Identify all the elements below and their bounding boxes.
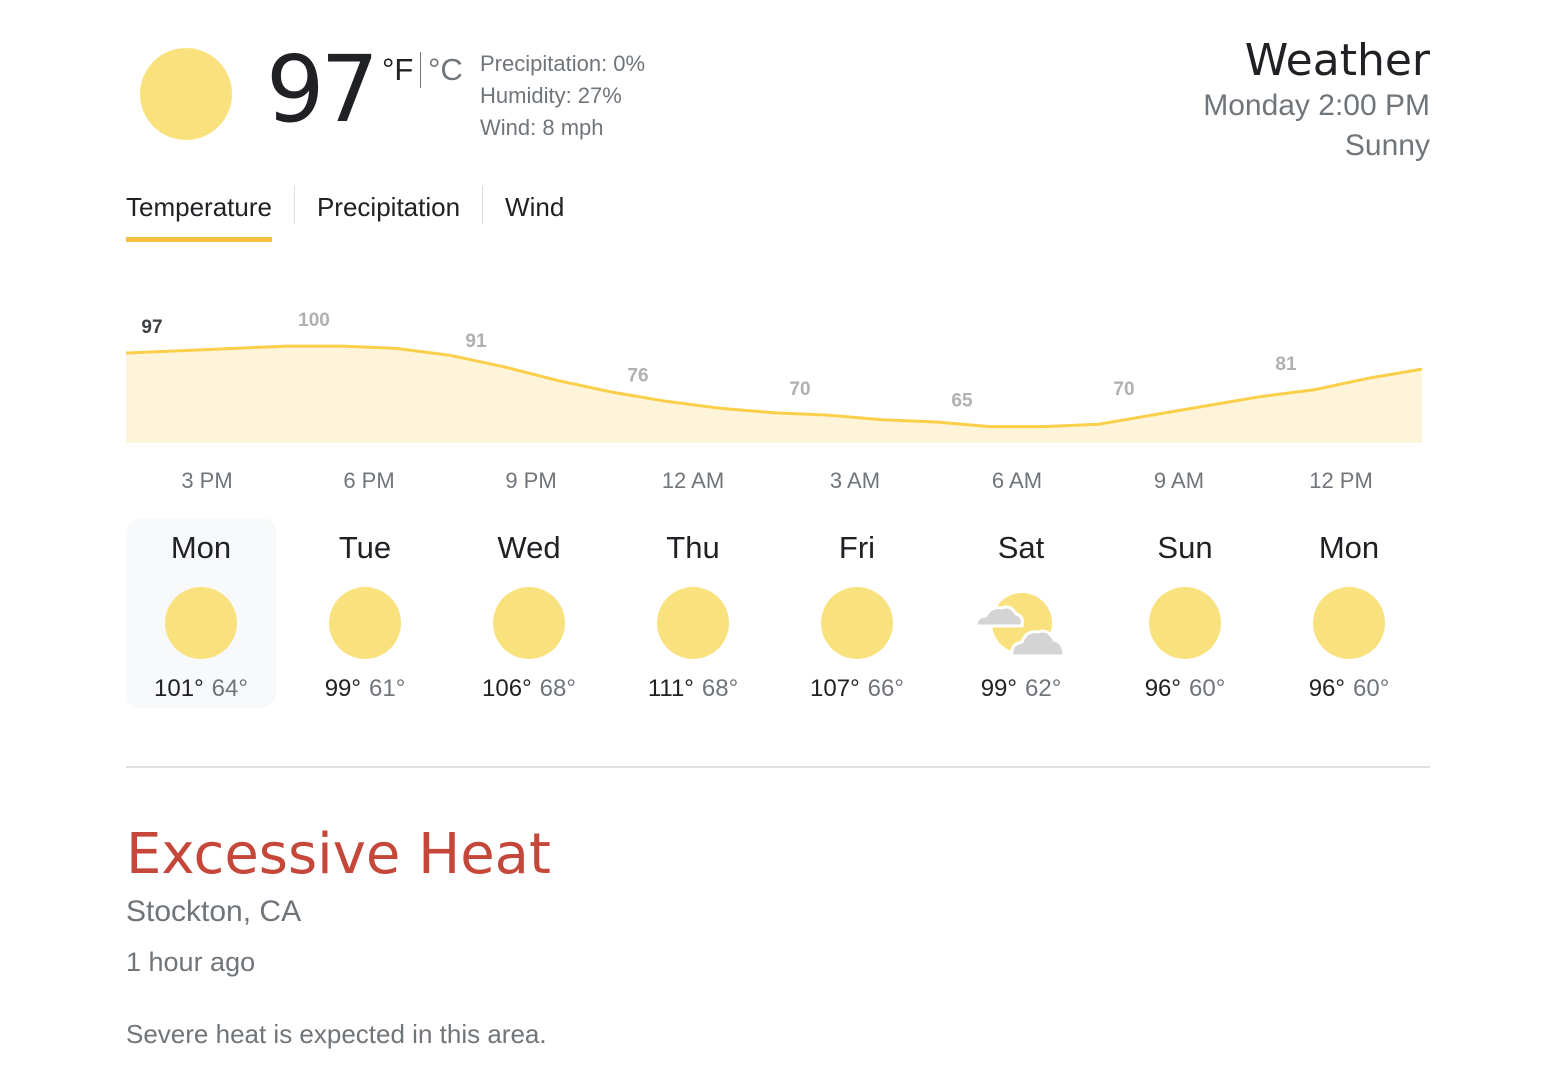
tab-precipitation[interactable]: Precipitation (317, 186, 460, 228)
low-temp: 68° (539, 675, 576, 702)
day-name: Thu (666, 530, 720, 565)
daily-forecast: Mon 101° 64° Tue 99° 61° Wed 106° 68° Thu 111° 68° F… (126, 518, 1438, 708)
wind-text: Wind: 8 mph (480, 115, 604, 140)
day-name: Mon (1318, 530, 1380, 565)
alert-description: Severe heat is expected in this area. (126, 1019, 547, 1049)
sun-icon (656, 586, 730, 660)
sun-icon (164, 586, 238, 660)
unit-separator (420, 52, 421, 88)
x-tick-label: 6 PM (343, 468, 395, 493)
day-name: Fri (838, 530, 876, 565)
high-temp: 99° (980, 675, 1017, 702)
data-label: 100 (298, 310, 330, 331)
day-name: Wed (497, 530, 561, 565)
day-temperatures: 107° 66° (782, 674, 932, 704)
sun-icon (328, 586, 402, 660)
forecast-day[interactable]: Mon 101° 64° (126, 518, 276, 708)
partly-cloudy-icon (974, 586, 1066, 660)
low-temp: 66° (867, 675, 904, 702)
day-temperatures: 99° 62° (946, 674, 1096, 704)
low-temp: 61° (369, 675, 406, 702)
forecast-day[interactable]: Fri 107° 66° (782, 518, 932, 708)
weather-datetime: Monday 2:00 PM (1203, 89, 1430, 122)
x-tick-label: 9 AM (1153, 468, 1205, 493)
high-temp: 96° (1308, 675, 1345, 702)
forecast-day[interactable]: Sat 99° 62° (946, 518, 1096, 708)
x-tick-label: 3 PM (181, 468, 233, 493)
tab-temperature[interactable]: Temperature (126, 186, 272, 242)
data-label: 97 (141, 317, 162, 338)
tab-divider (293, 186, 295, 224)
high-temp: 99° (324, 675, 361, 702)
day-temperatures: 106° 68° (454, 674, 604, 704)
alert-time: 1 hour ago (126, 947, 256, 977)
weather-condition: Sunny (1344, 129, 1430, 162)
forecast-day[interactable]: Thu 111° 68° (618, 518, 768, 708)
sun-icon (820, 586, 894, 660)
day-name: Sat (997, 530, 1045, 565)
low-temp: 60° (1353, 675, 1390, 702)
precipitation-text: Precipitation: 0% (480, 51, 646, 76)
x-tick-label: 3 AM (829, 468, 881, 493)
weather-header: Weather Monday 2:00 PM Sunny (1203, 36, 1430, 166)
x-tick-label: 9 PM (505, 468, 557, 493)
tab-wind[interactable]: Wind (505, 186, 564, 228)
sun-icon (140, 48, 232, 140)
day-temperatures: 111° 68° (618, 674, 768, 704)
day-temperatures: 96° 60° (1274, 674, 1424, 704)
data-label: 65 (951, 391, 973, 412)
forecast-day[interactable]: Tue 99° 61° (290, 518, 440, 708)
forecast-day[interactable]: Sun 96° 60° (1110, 518, 1260, 708)
x-tick-label: 12 PM (1309, 468, 1373, 493)
x-tick-label: 6 AM (991, 468, 1043, 493)
data-label: 70 (789, 379, 810, 400)
section-divider (126, 766, 1430, 768)
forecast-day[interactable]: Wed 106° 68° (454, 518, 604, 708)
day-temperatures: 99° 61° (290, 674, 440, 704)
chart-tabs: Temperature Precipitation Wind (126, 186, 564, 246)
day-name: Tue (338, 530, 392, 565)
current-temperature: 97 (266, 36, 379, 143)
data-label: 70 (1113, 379, 1134, 400)
weather-title: Weather (1244, 35, 1430, 86)
temperature-chart[interactable]: 97 100 91 76 70 65 70 81 (126, 300, 1430, 450)
sun-icon (1312, 586, 1386, 660)
alert-location: Stockton, CA (126, 895, 302, 928)
day-name: Mon (170, 530, 232, 565)
low-temp: 62° (1025, 675, 1062, 702)
x-tick-label: 12 AM (661, 468, 725, 493)
fahrenheit-toggle[interactable]: °F (382, 52, 413, 88)
low-temp: 60° (1189, 675, 1226, 702)
high-temp: 107° (810, 675, 860, 702)
data-label: 91 (465, 331, 487, 352)
day-temperatures: 96° 60° (1110, 674, 1260, 704)
temperature-area (126, 346, 1422, 443)
current-details: Precipitation: 0% Humidity: 27% Wind: 8 … (480, 48, 645, 144)
high-temp: 111° (647, 675, 694, 702)
low-temp: 64° (211, 675, 248, 702)
day-temperatures: 101° 64° (126, 674, 276, 704)
low-temp: 68° (701, 675, 739, 702)
forecast-day[interactable]: Mon 96° 60° (1274, 518, 1424, 708)
alert-title[interactable]: Excessive Heat (126, 822, 551, 888)
high-temp: 96° (1144, 675, 1181, 702)
data-label: 76 (627, 365, 648, 386)
data-label: 81 (1275, 354, 1297, 375)
tab-divider (482, 186, 484, 224)
sun-icon (1148, 586, 1222, 660)
sun-icon (492, 586, 566, 660)
day-name: Sun (1157, 530, 1213, 565)
high-temp: 106° (482, 675, 532, 702)
high-temp: 101° (154, 675, 204, 702)
celsius-toggle[interactable]: °C (428, 52, 463, 88)
humidity-text: Humidity: 27% (480, 83, 622, 108)
